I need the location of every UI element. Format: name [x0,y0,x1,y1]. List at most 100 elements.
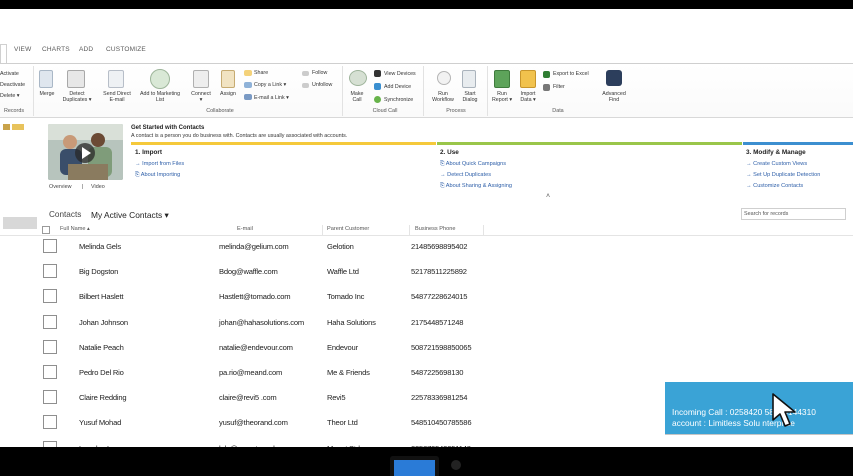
table-row[interactable]: Bilbert Haslett Hastlett@tomado.com Tomado… [0,289,853,314]
run-report-button[interactable]: Run Report ▾ [489,91,515,103]
email-link-button[interactable]: E-mail a Link ▾ [254,95,289,101]
follow-button[interactable]: Follow [312,70,327,76]
cell-email: melinda@gelium.com [219,242,289,251]
cell-full-name[interactable]: Pedro Del Rio [79,368,124,377]
record-icon [3,124,10,130]
about-sharing-link[interactable]: ⎘ About Sharing & Assigning [440,183,512,190]
cell-full-name[interactable]: Claire Redding [79,393,127,402]
view-selector[interactable]: My Active Contacts ▾ [91,210,169,220]
activate-button[interactable]: Activate [0,71,19,77]
marketing-list-icon [150,69,170,89]
view-devices-button[interactable]: View Devices [384,71,416,77]
table-row[interactable]: Johan Johnson johan@hahasolutions.com Haha… [0,314,853,340]
duplicate-detection-link[interactable]: → Set Up Duplicate Detection [746,172,820,178]
column-parent-customer[interactable]: Parent Customer [327,226,369,232]
row-checkbox[interactable] [43,415,57,430]
tab-add[interactable]: ADD [79,46,93,53]
menu-dropdown-icon[interactable] [12,124,24,130]
cell-email: lulu@meant.co.uk [219,444,277,447]
delete-button[interactable]: Delete ▾ [0,93,19,99]
advanced-find-icon [606,70,622,86]
about-quick-campaigns-link[interactable]: ⎘ About Quick Campaigns [440,161,506,168]
cell-full-name[interactable]: Yusuf Mohad [79,418,121,427]
cell-full-name[interactable]: Natalie Peach [79,343,124,352]
row-checkbox[interactable] [43,239,57,253]
merge-button[interactable]: Merge [36,91,58,97]
run-workflow-button[interactable]: Run Workflow [430,91,456,103]
start-dialog-icon [462,70,476,88]
connect-button[interactable]: Connect ▾ [187,91,215,103]
unfollow-button[interactable]: Unfollow [312,82,332,88]
intro-video-thumbnail[interactable] [48,124,123,180]
add-device-button[interactable]: Add Device [384,84,411,90]
view-devices-icon [374,70,381,77]
row-checkbox[interactable] [43,390,57,405]
column-business-phone[interactable]: Business Phone [415,226,455,232]
group-label-records: Records [3,108,25,114]
add-to-marketing-list-button[interactable]: Add to Marketing List [136,91,184,103]
assign-button[interactable]: Assign [216,91,240,97]
share-button[interactable]: Share [254,70,268,76]
start-dialog-button[interactable]: Start Dialog [458,91,482,103]
synchronize-button[interactable]: Synchronize [384,97,413,103]
export-excel-icon [543,71,550,78]
table-row[interactable]: Natalie Peach natalie@endevour.com Endevou… [0,339,853,365]
about-importing-link[interactable]: ⎘ About Importing [135,172,180,179]
create-custom-views-link[interactable]: → Create Custom Views [746,161,807,167]
column-full-name[interactable]: Full Name ▴ [60,226,90,232]
row-checkbox[interactable] [43,365,57,379]
overview-link[interactable]: Overview [49,184,71,190]
select-all-checkbox[interactable] [42,226,50,234]
detect-duplicates-button[interactable]: Detect Duplicates ▾ [60,91,94,103]
row-checkbox[interactable] [43,264,57,279]
cell-full-name[interactable]: Johan Johnson [79,318,128,327]
export-to-excel-button[interactable]: Export to Excel [553,71,589,77]
video-link[interactable]: Video [91,184,105,190]
cell-parent-customer: Haha Solutions [327,317,376,327]
detect-duplicates-link[interactable]: → Detect Duplicates [440,172,491,178]
make-call-button[interactable]: Make Call [345,91,369,103]
row-checkbox[interactable] [43,440,57,447]
import-data-button[interactable]: Import Data ▾ [514,91,542,103]
deactivate-button[interactable]: Deactivate [0,82,25,88]
step-use-title: 2. Use [440,149,459,156]
copy-link-button[interactable]: Copy a Link ▾ [254,82,286,88]
send-direct-email-button[interactable]: Send Direct E-mail [99,91,135,103]
get-started-subtitle: A contact is a person you do business wi… [131,133,348,139]
cell-parent-customer: Endevour [327,342,358,352]
row-checkbox[interactable] [43,289,57,304]
group-label-process: Process [446,108,466,114]
table-row[interactable]: Big Dogston Bdog@waffle.com Waffle Ltd 5217… [0,264,853,289]
row-checkbox[interactable] [43,314,57,329]
import-from-files-link[interactable]: → Import from Files [135,161,184,167]
table-row[interactable]: Melinda Gels melinda@gelium.com Gelotion 21… [0,239,853,264]
cell-full-name[interactable]: Bilbert Haslett [79,292,123,301]
entity-label[interactable]: Contacts [49,210,81,219]
cell-full-name[interactable]: Lourdes Lopez [79,444,127,447]
column-email[interactable]: E-mail [237,226,253,232]
import-data-icon [520,70,536,88]
tab-active-edge [0,44,7,64]
cell-full-name[interactable]: Big Dogston [79,267,118,276]
cell-full-name[interactable]: Melinda Gels [79,242,121,251]
customize-contacts-link[interactable]: → Customize Contacts [746,183,803,189]
row-checkbox[interactable] [43,339,57,354]
search-input[interactable]: Search for records [741,208,846,220]
advanced-find-button[interactable]: Advanced Find [597,91,631,103]
group-label-data: Data [552,108,564,114]
taskbar-app-icon[interactable] [390,456,439,476]
assign-icon [221,70,235,88]
tab-view[interactable]: VIEW [14,46,31,53]
add-device-icon [374,83,381,90]
incoming-call-notification[interactable]: Incoming Call : 0258420 58480144310 acco… [665,382,853,446]
tab-customize[interactable]: CUSTOMIZE [106,46,146,53]
collapse-panel-icon[interactable]: ˄ [546,193,550,200]
unfollow-icon [302,83,309,88]
send-email-icon [108,70,124,88]
cell-parent-customer: Theor Ltd [327,418,358,428]
filter-button[interactable]: Filter [553,84,565,90]
column-header-row: Full Name ▴ E-mail Parent Customer Busin… [0,225,853,236]
step-manage-bar [743,142,853,145]
group-label-cloud-call: Cloud Call [372,108,398,114]
tab-charts[interactable]: CHARTS [42,46,70,53]
